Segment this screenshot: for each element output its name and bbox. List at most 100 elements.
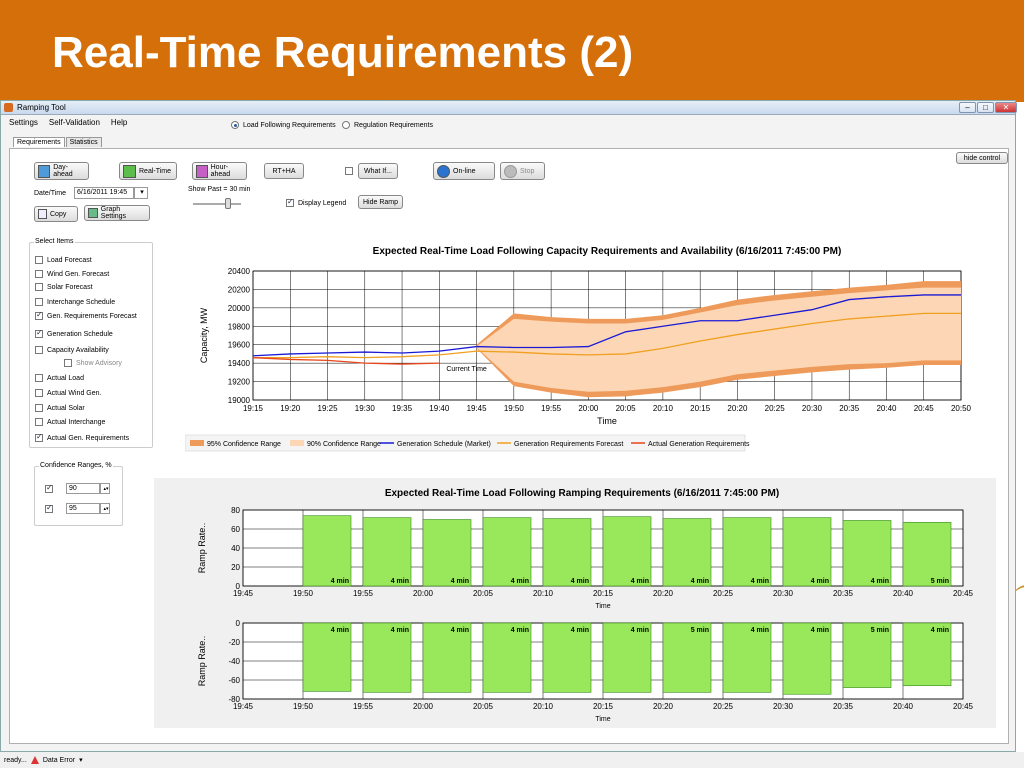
select-item[interactable]: Wind Gen. Forecast — [35, 270, 109, 278]
what-if-checkbox[interactable] — [345, 167, 353, 175]
select-item-checkbox[interactable] — [35, 298, 43, 306]
x-tick-label: 20:20 — [653, 589, 674, 598]
y-tick-label: -60 — [228, 676, 240, 685]
x-tick-label: 20:35 — [833, 589, 854, 598]
ramp-bar — [602, 516, 652, 587]
menu-help[interactable]: Help — [111, 118, 127, 127]
ramp-duration-label: 4 min — [871, 578, 889, 585]
x-tick-label: 20:30 — [802, 404, 823, 413]
radio-empty-icon — [342, 121, 350, 129]
select-item[interactable]: Solar Forecast — [35, 283, 93, 291]
show-past-slider-thumb[interactable] — [225, 198, 231, 209]
hour-ahead-button[interactable]: Hour-ahead — [192, 162, 247, 180]
select-item[interactable]: Capacity Availability — [35, 346, 109, 354]
tab-strip: Requirements Statistics — [13, 137, 103, 147]
ramp-duration-label: 4 min — [931, 627, 949, 634]
y-tick-label: 40 — [231, 544, 240, 553]
menu-settings[interactable]: Settings — [9, 118, 38, 127]
capacity-chart: Expected Real-Time Load Following Capaci… — [185, 246, 972, 452]
ramp-duration-label: 4 min — [631, 627, 649, 634]
x-tick-label: 20:40 — [876, 404, 897, 413]
confidence-90-field[interactable]: 90 — [66, 483, 100, 494]
select-item-checkbox[interactable] — [35, 270, 43, 278]
radio-regulation[interactable]: Regulation Requirements — [342, 121, 433, 129]
stop-icon — [504, 164, 517, 178]
select-item-label: Actual Solar — [47, 404, 85, 412]
select-item[interactable]: Actual Wind Gen. — [35, 389, 101, 397]
x-tick-label: 19:45 — [233, 589, 254, 598]
x-tick-label: 20:25 — [713, 589, 734, 598]
display-legend-checkbox[interactable] — [286, 197, 294, 207]
ramp-chart: Expected Real-Time Load Following Rampin… — [197, 488, 974, 723]
ramp-bar — [482, 517, 532, 587]
ramp-duration-label: 4 min — [691, 578, 709, 585]
day-ahead-button[interactable]: Day-ahead — [34, 162, 89, 180]
real-time-button[interactable]: Real-Time — [119, 162, 177, 180]
select-item-checkbox[interactable] — [35, 432, 43, 442]
select-item[interactable]: Gen. Requirements Forecast — [35, 310, 137, 320]
what-if-button[interactable]: What If... — [358, 163, 398, 179]
select-item[interactable]: Interchange Schedule — [35, 298, 115, 306]
ramp-bar — [662, 518, 712, 587]
confidence-95-checkbox[interactable] — [45, 503, 53, 513]
ramp-duration-label: 4 min — [571, 578, 589, 585]
select-item-checkbox[interactable] — [35, 310, 43, 320]
date-time-field[interactable]: 6/16/2011 19:45 — [74, 187, 134, 199]
x-axis-label: Time — [595, 716, 610, 723]
select-item-checkbox[interactable] — [35, 374, 43, 382]
slide-title: Real-Time Requirements (2) — [52, 28, 634, 77]
select-item[interactable]: Actual Load — [35, 374, 84, 382]
stop-button[interactable]: Stop — [500, 162, 545, 180]
confidence-95-field[interactable]: 95 — [66, 503, 100, 514]
maximize-button[interactable]: □ — [977, 102, 994, 113]
calendar-dropdown-icon[interactable]: ▾ — [134, 187, 148, 199]
ramp-duration-label: 4 min — [331, 578, 349, 585]
button-label: Hour-ahead — [210, 164, 231, 178]
show-past-slider-track[interactable] — [193, 203, 241, 205]
minimize-button[interactable]: – — [959, 102, 976, 113]
legend-label: Actual Generation Requirements — [648, 441, 750, 448]
select-item[interactable]: Load Forecast — [35, 256, 92, 264]
hide-ramp-button[interactable]: Hide Ramp — [358, 195, 403, 209]
y-tick-label: 60 — [231, 525, 240, 534]
select-item-checkbox[interactable] — [64, 359, 72, 367]
select-item[interactable]: Actual Solar — [35, 404, 85, 412]
select-item[interactable]: Actual Gen. Requirements — [35, 432, 129, 442]
select-item-checkbox[interactable] — [35, 418, 43, 426]
ramp-duration-label: 4 min — [511, 627, 529, 634]
hide-control-button[interactable]: hide control — [956, 152, 1008, 164]
select-item[interactable]: Actual Interchange — [35, 418, 105, 426]
x-tick-label: 20:05 — [616, 404, 637, 413]
x-tick-label: 19:15 — [243, 404, 264, 413]
display-legend-option[interactable]: Display Legend — [286, 197, 346, 207]
y-tick-label: 20400 — [228, 267, 251, 276]
select-item[interactable]: Generation Schedule — [35, 328, 113, 338]
ramp-duration-label: 4 min — [331, 627, 349, 634]
graph-settings-button[interactable]: Graph Settings — [84, 205, 150, 221]
confidence-90-checkbox[interactable] — [45, 483, 53, 493]
ramp-bar — [362, 517, 412, 587]
select-item-checkbox[interactable] — [35, 346, 43, 354]
select-item-checkbox[interactable] — [35, 283, 43, 291]
online-button[interactable]: On-line — [433, 162, 495, 180]
menu-self-validation[interactable]: Self-Validation — [49, 118, 100, 127]
status-error[interactable]: Data Error — [43, 757, 75, 764]
select-item-checkbox[interactable] — [35, 389, 43, 397]
ramp-bar — [782, 517, 832, 587]
spinner-icon[interactable]: ▴▾ — [100, 483, 110, 494]
chevron-down-icon[interactable]: ▾ — [79, 756, 83, 764]
radio-load-following[interactable]: Load Following Requirements — [231, 121, 336, 129]
select-item-label: Solar Forecast — [47, 283, 93, 291]
close-button[interactable]: ✕ — [995, 102, 1017, 113]
spinner-icon[interactable]: ▴▾ — [100, 503, 110, 514]
select-item[interactable]: Show Advisory — [64, 359, 122, 367]
x-tick-label: 20:20 — [653, 702, 674, 711]
select-item-checkbox[interactable] — [35, 404, 43, 412]
button-label: Stop — [520, 167, 535, 175]
copy-button[interactable]: Copy — [34, 206, 78, 222]
tab-requirements[interactable]: Requirements — [13, 137, 65, 147]
tab-statistics[interactable]: Statistics — [65, 137, 102, 147]
rt-ha-button[interactable]: RT+HA — [264, 163, 304, 179]
select-item-checkbox[interactable] — [35, 328, 43, 338]
select-item-checkbox[interactable] — [35, 256, 43, 264]
